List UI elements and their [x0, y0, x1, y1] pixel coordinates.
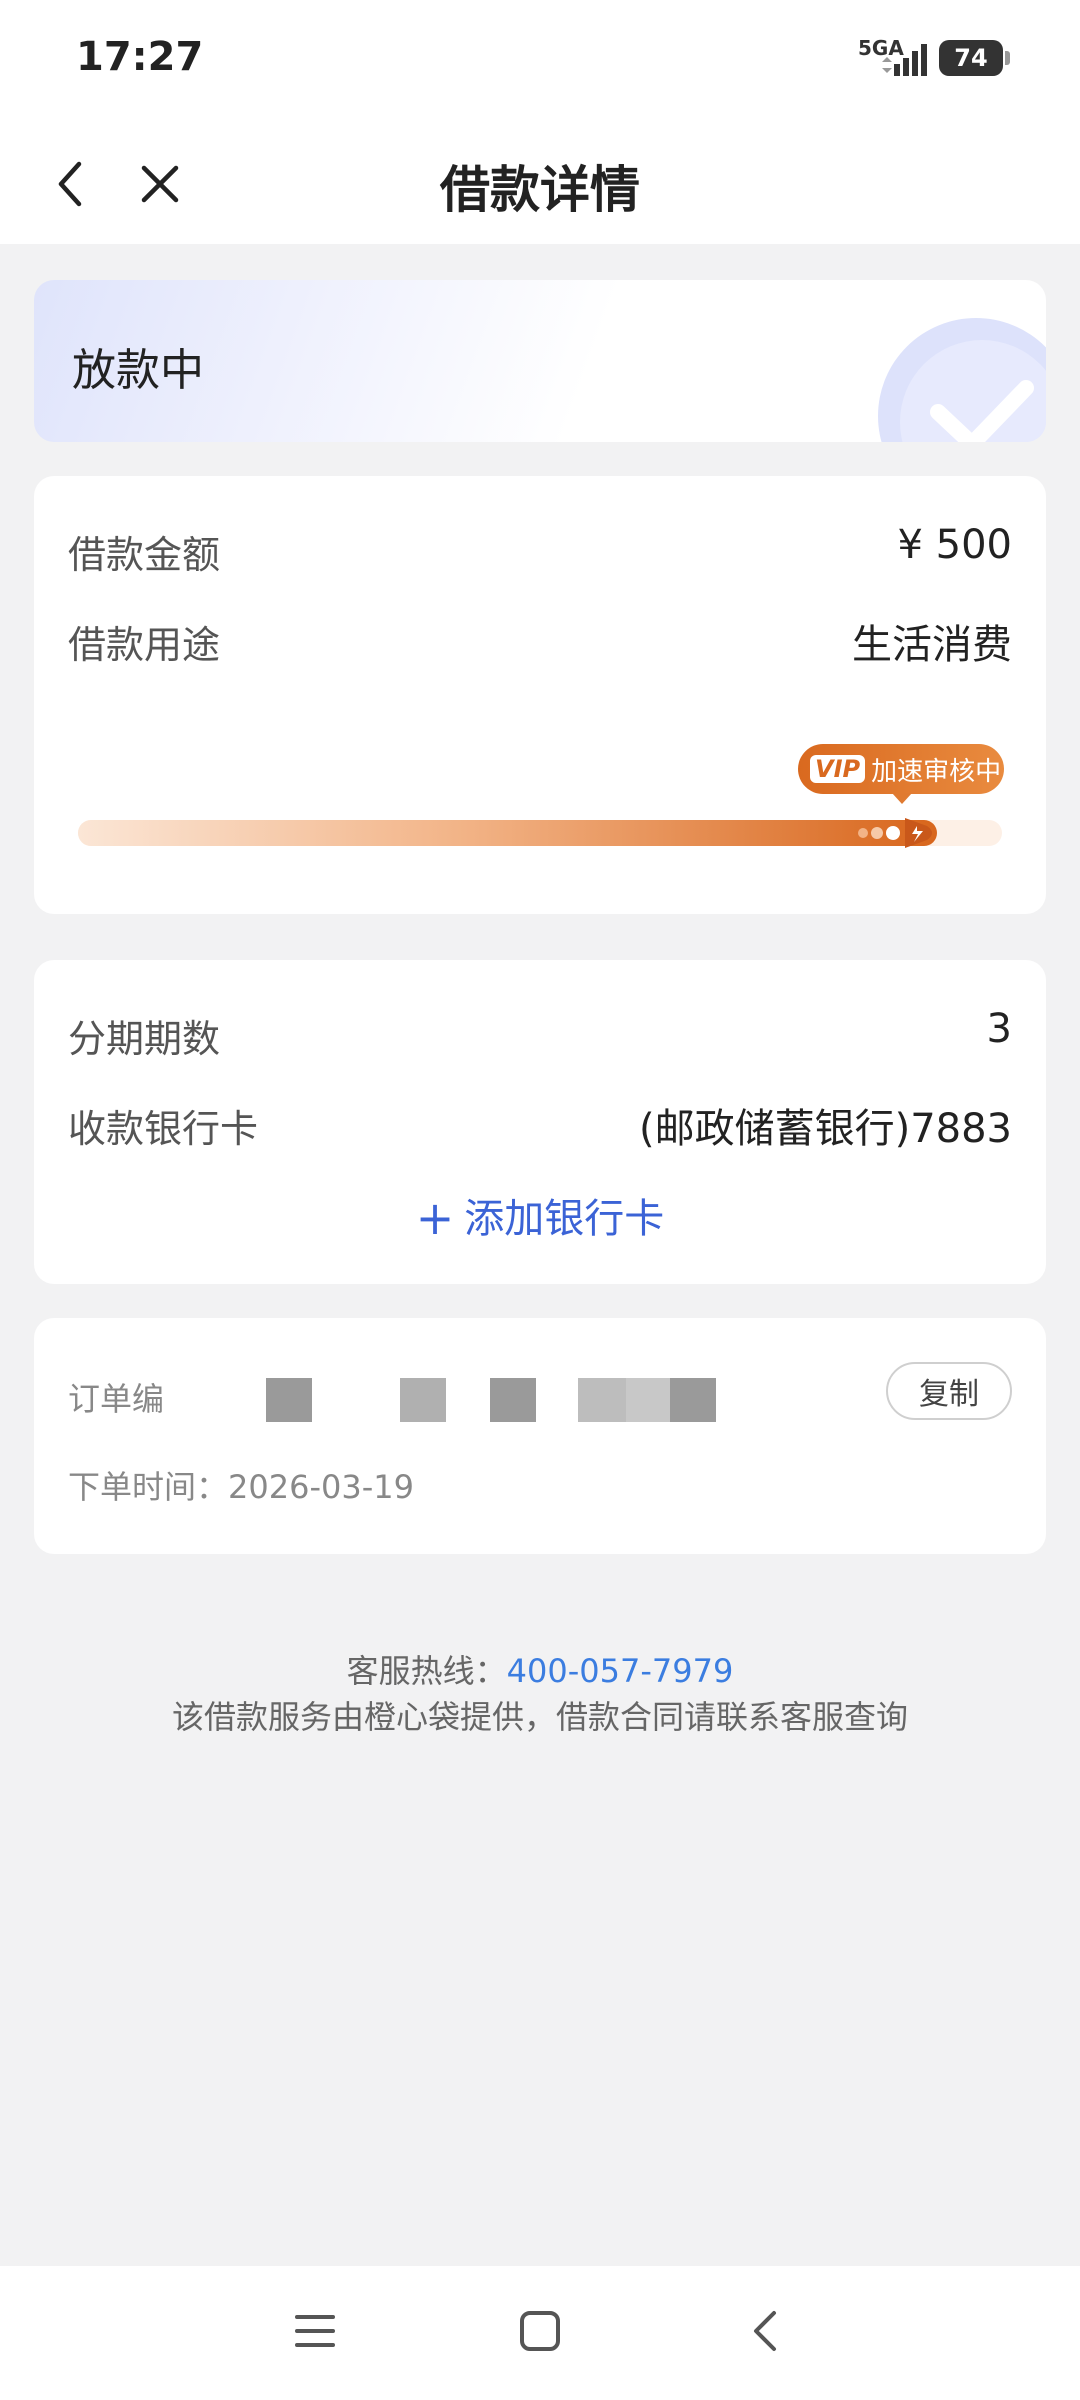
- chevron-left-icon: [754, 2311, 776, 2351]
- menu-icon: [295, 2315, 335, 2347]
- page-title: 借款详情: [440, 161, 640, 219]
- loan-status-card: 放款中: [34, 280, 1046, 442]
- loan-amount-card: 借款金额 ¥ 500 借款用途 生活消费 VIP 加速审核中: [34, 476, 1046, 914]
- copy-button[interactable]: 复制: [886, 1362, 1012, 1420]
- vip-review-text: 加速审核中: [871, 756, 1002, 787]
- amount-label: 借款金额: [68, 533, 221, 577]
- installment-card: 分期期数 3 收款银行卡 (邮政储蓄银行)7883 + 添加银行卡: [34, 960, 1046, 1284]
- hotline-label: 客服热线：: [346, 1652, 507, 1690]
- redacted-block: [578, 1378, 626, 1422]
- bank-card-label: 收款银行卡: [68, 1107, 259, 1151]
- amount-value: ¥ 500: [897, 522, 1012, 568]
- top-bar: 17:27 5GA 74 借款详情: [0, 0, 1080, 244]
- vip-badge: VIP: [810, 755, 866, 783]
- signal-icon: [882, 44, 927, 76]
- status-time: 17:27: [76, 34, 204, 80]
- periods-label: 分期期数: [68, 1017, 221, 1061]
- hotline-line: 客服热线：400-057-7979: [0, 1646, 1080, 1692]
- rocket-icon: [858, 818, 932, 848]
- redacted-block: [400, 1378, 446, 1422]
- battery-indicator: 74: [939, 40, 1010, 76]
- hotline-number[interactable]: 400-057-7979: [507, 1652, 734, 1690]
- order-info-card: 订单编 复制 下单时间：2026-03-19: [34, 1318, 1046, 1554]
- purpose-value: 生活消费: [852, 622, 1012, 668]
- loan-status-text: 放款中: [72, 345, 204, 396]
- service-note: 该借款服务由橙心袋提供，借款合同请联系客服查询: [171, 1698, 908, 1736]
- order-time: 下单时间：2026-03-19: [68, 1468, 414, 1506]
- vip-review-tag: VIP 加速审核中: [798, 744, 1004, 804]
- add-bank-card-label: 添加银行卡: [464, 1196, 665, 1242]
- bank-card-value: (邮政储蓄银行)7883: [638, 1106, 1012, 1152]
- check-icon: [878, 318, 1046, 442]
- nav-menu-button[interactable]: [280, 2296, 350, 2366]
- home-square-icon: [520, 2311, 560, 2351]
- purpose-label: 借款用途: [68, 623, 221, 667]
- order-number-label: 订单编: [68, 1380, 165, 1418]
- progress-fill: [78, 820, 937, 846]
- loan-detail-page: 17:27 5GA 74 借款详情 放款中 借款金额 ¥ 500 借款用途 生活…: [0, 0, 1080, 2400]
- nav-back-button[interactable]: [730, 2296, 800, 2366]
- plus-icon: +: [415, 1191, 455, 1245]
- nav-home-button[interactable]: [505, 2296, 575, 2366]
- redacted-block: [490, 1378, 536, 1422]
- periods-value: 3: [986, 1006, 1012, 1052]
- redacted-block: [266, 1378, 312, 1422]
- add-bank-card-button[interactable]: + 添加银行卡: [34, 1186, 1046, 1245]
- redacted-block: [670, 1378, 716, 1422]
- redacted-block: [626, 1378, 670, 1422]
- system-navigation-bar: [0, 2266, 1080, 2400]
